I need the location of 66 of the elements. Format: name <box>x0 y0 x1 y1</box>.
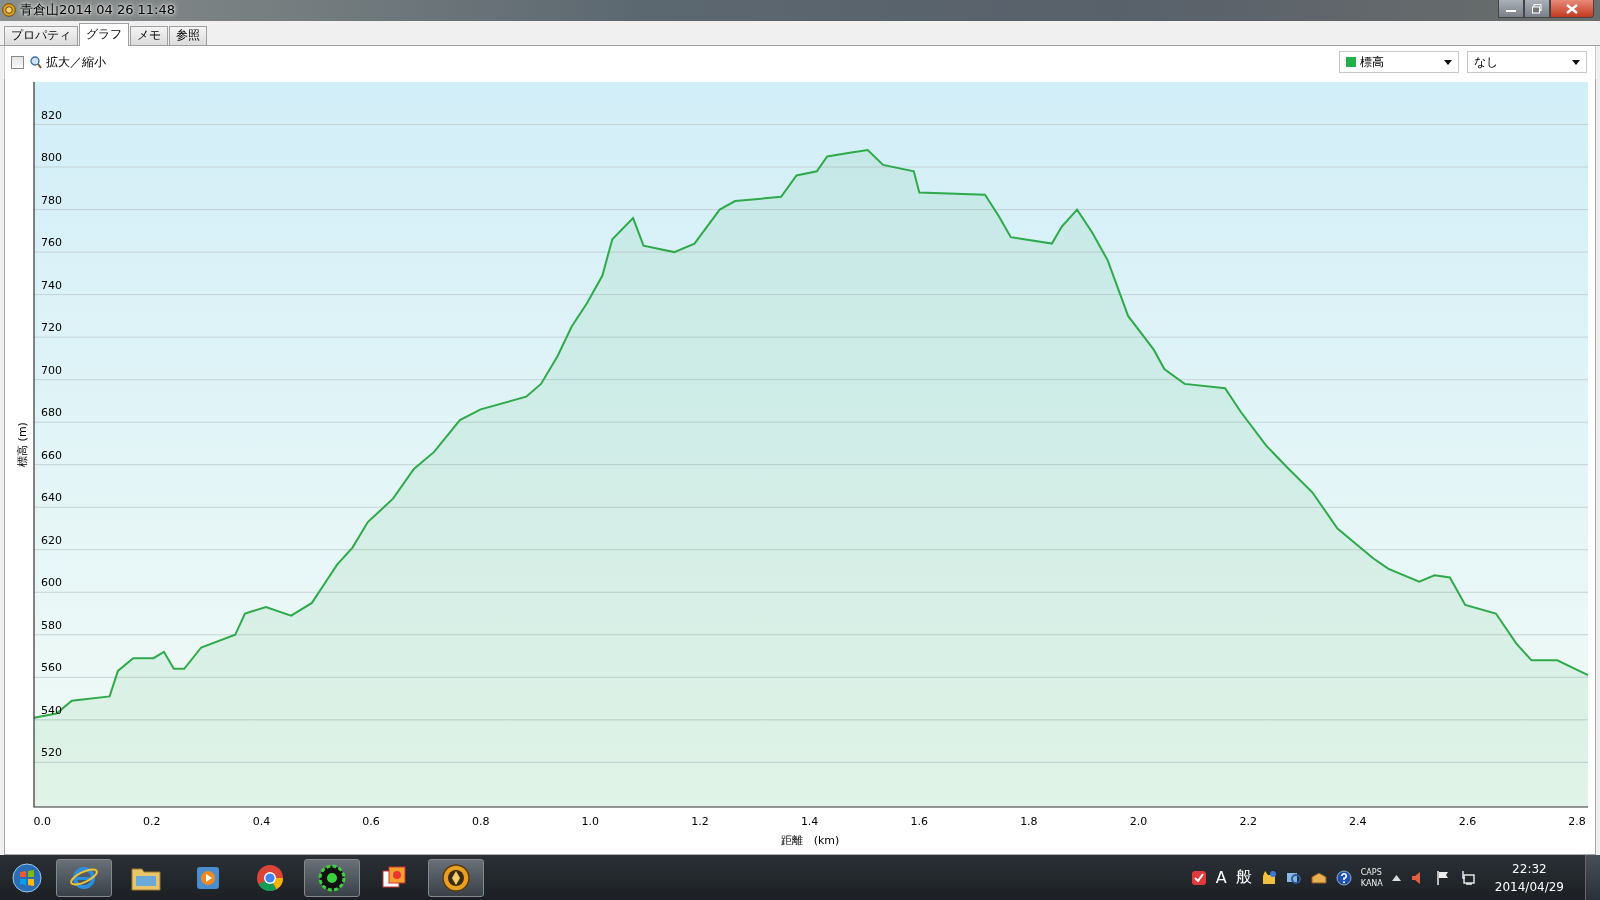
shield-check-icon[interactable] <box>1190 869 1207 886</box>
x-tick-label: 2.2 <box>1239 814 1257 828</box>
caps-indicator: CAPS <box>1360 866 1383 878</box>
x-axis-title: 距離 (km) <box>780 833 840 847</box>
x-tick-label: 2.0 <box>1129 814 1148 828</box>
browser-icon <box>255 862 285 893</box>
y-axis-title: 標高 (m) <box>16 422 29 467</box>
kana-indicator: KANA <box>1360 877 1383 889</box>
y-tick-label: 580 <box>41 618 62 632</box>
y-tick-label: 740 <box>41 278 62 292</box>
checkbox[interactable] <box>11 55 24 69</box>
clock[interactable]: 22:32 2014/04/29 <box>1484 859 1576 896</box>
dropdown[interactable]: 標高 <box>1339 51 1459 74</box>
restore-button[interactable] <box>1524 0 1550 18</box>
window-title: 青倉山2014 04 26 11:48 <box>20 1 176 20</box>
tab[interactable]: 参照 <box>169 25 207 45</box>
y-tick-label: 640 <box>41 491 62 505</box>
x-tick-label: 2.6 <box>1458 814 1477 828</box>
tab[interactable]: プロパティ <box>4 25 78 45</box>
help-icon[interactable] <box>1335 869 1352 886</box>
y-tick-label: 800 <box>41 150 62 164</box>
dropdown[interactable]: なし <box>1467 51 1587 74</box>
flag-icon[interactable] <box>1434 869 1451 886</box>
network-icon[interactable] <box>1459 869 1476 886</box>
y-tick-label: 560 <box>41 661 62 675</box>
y-tick-label: 600 <box>41 576 62 590</box>
x-tick-label: 1.8 <box>1020 814 1038 828</box>
x-tick-label: 0.6 <box>362 814 380 828</box>
app-icon <box>2 3 16 18</box>
x-tick-label: 0.4 <box>252 814 271 828</box>
close-button[interactable] <box>1550 0 1594 18</box>
y-tick-label: 680 <box>41 406 62 420</box>
caret-icon <box>1572 59 1580 65</box>
caret-icon <box>1444 59 1452 65</box>
zoom-label: 拡大／縮小 <box>46 53 106 71</box>
y-tick-label: 820 <box>41 108 62 122</box>
y-tick-label: 700 <box>41 363 62 377</box>
tab[interactable]: メモ <box>130 25 168 45</box>
x-tick-label: 1.0 <box>581 814 600 828</box>
taskbar-app[interactable] <box>304 858 360 897</box>
y-tick-label: 520 <box>41 746 62 760</box>
tab[interactable]: グラフ <box>79 22 129 46</box>
x-tick-label: 2.8 <box>1568 814 1586 828</box>
x-tick-label: 1.2 <box>691 814 709 828</box>
y-tick-label: 760 <box>41 236 62 249</box>
x-tick-label: 0.0 <box>33 814 51 828</box>
minimize-button[interactable] <box>1498 0 1524 18</box>
gear-icon <box>317 862 347 893</box>
taskbar-app[interactable] <box>56 858 112 897</box>
taskbar-app[interactable] <box>428 858 484 897</box>
x-tick-label: 1.4 <box>800 814 819 828</box>
close-icon <box>1566 3 1578 14</box>
x-tick-label: 0.2 <box>143 814 161 828</box>
ime-label[interactable]: 般 <box>1235 867 1252 888</box>
x-tick-label: 0.8 <box>472 814 490 828</box>
y-tick-label: 620 <box>41 533 62 547</box>
restore-icon <box>1532 3 1542 14</box>
y-tick-label: 720 <box>41 321 62 335</box>
y-tick-label: 660 <box>41 448 62 462</box>
ime-mode[interactable]: A <box>1215 868 1227 887</box>
magnifier-icon <box>30 55 42 69</box>
x-tick-label: 2.4 <box>1349 814 1367 828</box>
compass-icon <box>441 862 471 893</box>
y-tick-label: 780 <box>41 193 62 207</box>
up-arrow-icon[interactable] <box>1391 874 1401 881</box>
x-tick-label: 1.6 <box>910 814 928 828</box>
